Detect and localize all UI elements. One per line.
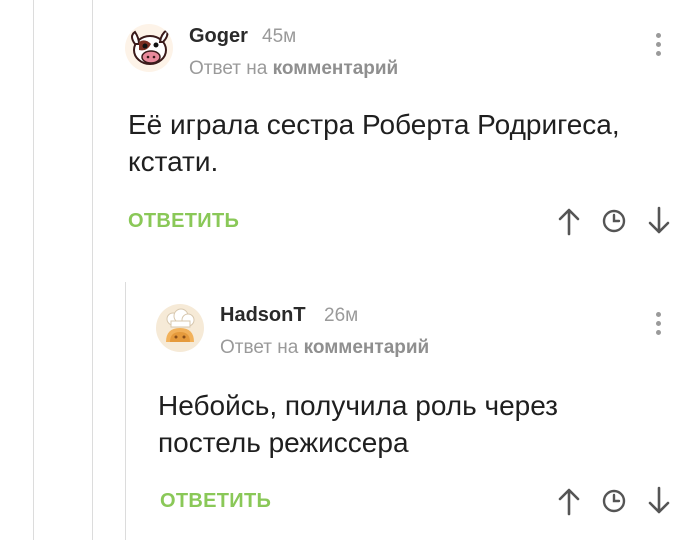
save-button[interactable]	[601, 486, 627, 516]
upvote-button[interactable]	[556, 486, 582, 516]
reply-to-link[interactable]: комментарий	[304, 337, 430, 358]
comment-hadsont: HadsonT 26м Ответ на комментарий Небойсь…	[0, 0, 700, 540]
reply-to-meta: Ответ на комментарий	[220, 337, 429, 359]
avatar[interactable]	[156, 304, 204, 352]
comment-text-line: постель режиссера	[158, 427, 409, 458]
reply-to-prefix: Ответ на	[220, 337, 299, 358]
comment-text-line: Небойсь, получила роль через	[158, 390, 559, 421]
author-name[interactable]: HadsonT	[220, 304, 306, 327]
clock-icon	[602, 489, 626, 513]
pastry-chef-avatar-icon	[166, 308, 195, 342]
arrow-down-icon	[648, 486, 670, 514]
arrow-up-icon	[558, 488, 580, 516]
comment-time: 26м	[324, 305, 359, 326]
comment-text: Небойсь, получила роль через постель реж…	[158, 387, 558, 461]
comment-menu-button[interactable]	[653, 312, 663, 342]
reply-button[interactable]: ОТВЕТИТЬ	[160, 490, 271, 513]
downvote-button[interactable]	[646, 486, 672, 516]
